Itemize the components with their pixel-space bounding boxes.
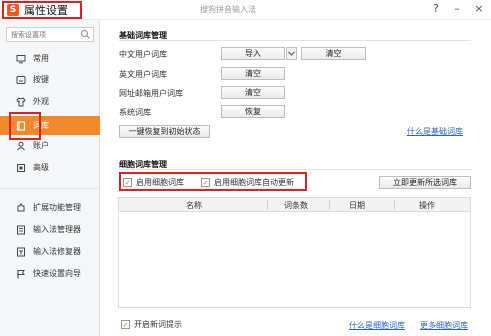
search-input[interactable]: [7, 28, 77, 41]
clear-english-button[interactable]: 清空: [221, 67, 285, 80]
import-dropdown[interactable]: [286, 47, 297, 60]
row-label-url-email: 网址邮箱用户词库: [119, 89, 183, 98]
box-icon: [16, 163, 26, 173]
clear-chinese-button[interactable]: 清空: [301, 47, 366, 60]
check-icon: ✓: [121, 320, 130, 329]
sidebar-item-extensions[interactable]: 扩展功能管理: [0, 199, 100, 216]
sidebar-item-label: 扩展功能管理: [33, 203, 81, 212]
sidebar-item-quick-setup[interactable]: 快速设置向导: [0, 265, 100, 282]
basic-help-link[interactable]: 什么是基础词库: [407, 126, 463, 137]
column-divider: [267, 200, 268, 210]
row-label-chinese: 中文用户词库: [119, 50, 167, 59]
sidebar-item-ime-manager[interactable]: 输入法管理器: [0, 221, 100, 238]
app-name: 搜狗拼音输入法: [200, 5, 256, 14]
new-word-tip-label: 开启新词提示: [134, 320, 182, 329]
puzzle-icon: [16, 202, 26, 213]
flag-icon: [16, 269, 26, 279]
column-name: 名称: [186, 201, 202, 210]
sidebar-divider: [0, 188, 100, 189]
row-label-system: 系统词库: [119, 108, 151, 117]
update-selected-button[interactable]: 立即更新所选词库: [379, 176, 471, 189]
close-button[interactable]: ×: [472, 2, 486, 15]
minimize-button[interactable]: –: [450, 2, 464, 15]
window-title: 属性设置: [24, 4, 68, 17]
sidebar-item-label: 输入法管理器: [33, 225, 81, 234]
restore-system-button[interactable]: 恢复: [221, 105, 285, 118]
sidebar-item-label: 按键: [33, 75, 49, 84]
monitor-icon: [16, 54, 26, 64]
auto-update-label: 启用细胞词库自动更新: [214, 178, 294, 187]
sidebar-item-appearance[interactable]: 外观: [0, 93, 100, 110]
sidebar-item-label: 账户: [33, 141, 49, 150]
cell-dictionary-table: 名称 词条数 日期 操作: [118, 197, 471, 308]
table-header: 名称 词条数 日期 操作: [119, 198, 470, 212]
sidebar-item-keys[interactable]: 按键: [0, 71, 100, 88]
check-icon: ✓: [123, 178, 132, 187]
enable-cell-checkbox[interactable]: ✓ 启用细胞词库: [123, 177, 184, 188]
auto-update-checkbox[interactable]: ✓ 启用细胞词库自动更新: [201, 177, 294, 188]
sidebar-item-ime-repair[interactable]: 输入法修复器: [0, 243, 100, 260]
what-is-cell-link[interactable]: 什么是细胞词库: [349, 320, 405, 331]
import-button[interactable]: 导入: [221, 47, 285, 60]
reset-all-button[interactable]: 一键恢复到初始状态: [119, 125, 210, 138]
enable-cell-label: 启用细胞词库: [136, 178, 184, 187]
window-title-group: S 属性设置: [2, 1, 82, 19]
sidebar-item-label: 高级: [33, 163, 49, 172]
active-item-highlight: [9, 112, 41, 140]
title-bar: S 属性设置 搜狗拼音输入法 ? – ×: [0, 0, 491, 20]
more-cell-link[interactable]: 更多细胞词库: [420, 320, 468, 331]
column-date: 日期: [349, 201, 365, 210]
section-divider: [119, 169, 471, 170]
column-action: 操作: [419, 201, 435, 210]
search-icon[interactable]: [80, 29, 91, 40]
sidebar-item-advanced[interactable]: 高级: [0, 159, 100, 176]
help-button[interactable]: ?: [429, 2, 443, 15]
sidebar: 常用 按键 外观 词库 账户 高级 扩展功能管理: [0, 20, 100, 336]
row-label-english: 英文用户词库: [119, 70, 167, 79]
wrench-icon: [16, 247, 26, 257]
chevron-down-icon: [288, 51, 295, 56]
section-divider: [119, 40, 471, 41]
column-divider: [394, 200, 395, 210]
column-count: 词条数: [284, 201, 308, 210]
sidebar-item-label: 快速设置向导: [33, 269, 81, 278]
keyboard-icon: [16, 75, 26, 85]
sogou-logo-icon: S: [7, 4, 19, 16]
user-icon: [16, 141, 26, 151]
sidebar-item-label: 常用: [33, 54, 49, 63]
shirt-icon: [16, 96, 26, 107]
sidebar-item-common[interactable]: 常用: [0, 50, 100, 67]
sidebar-item-label: 外观: [33, 97, 49, 106]
new-word-tip-checkbox[interactable]: ✓ 开启新词提示: [121, 319, 182, 330]
check-icon: ✓: [201, 178, 210, 187]
list-icon: [16, 225, 26, 235]
search-box: [6, 27, 94, 42]
clear-url-button[interactable]: 清空: [221, 86, 285, 99]
column-divider: [329, 200, 330, 210]
sidebar-item-label: 输入法修复器: [33, 247, 81, 256]
